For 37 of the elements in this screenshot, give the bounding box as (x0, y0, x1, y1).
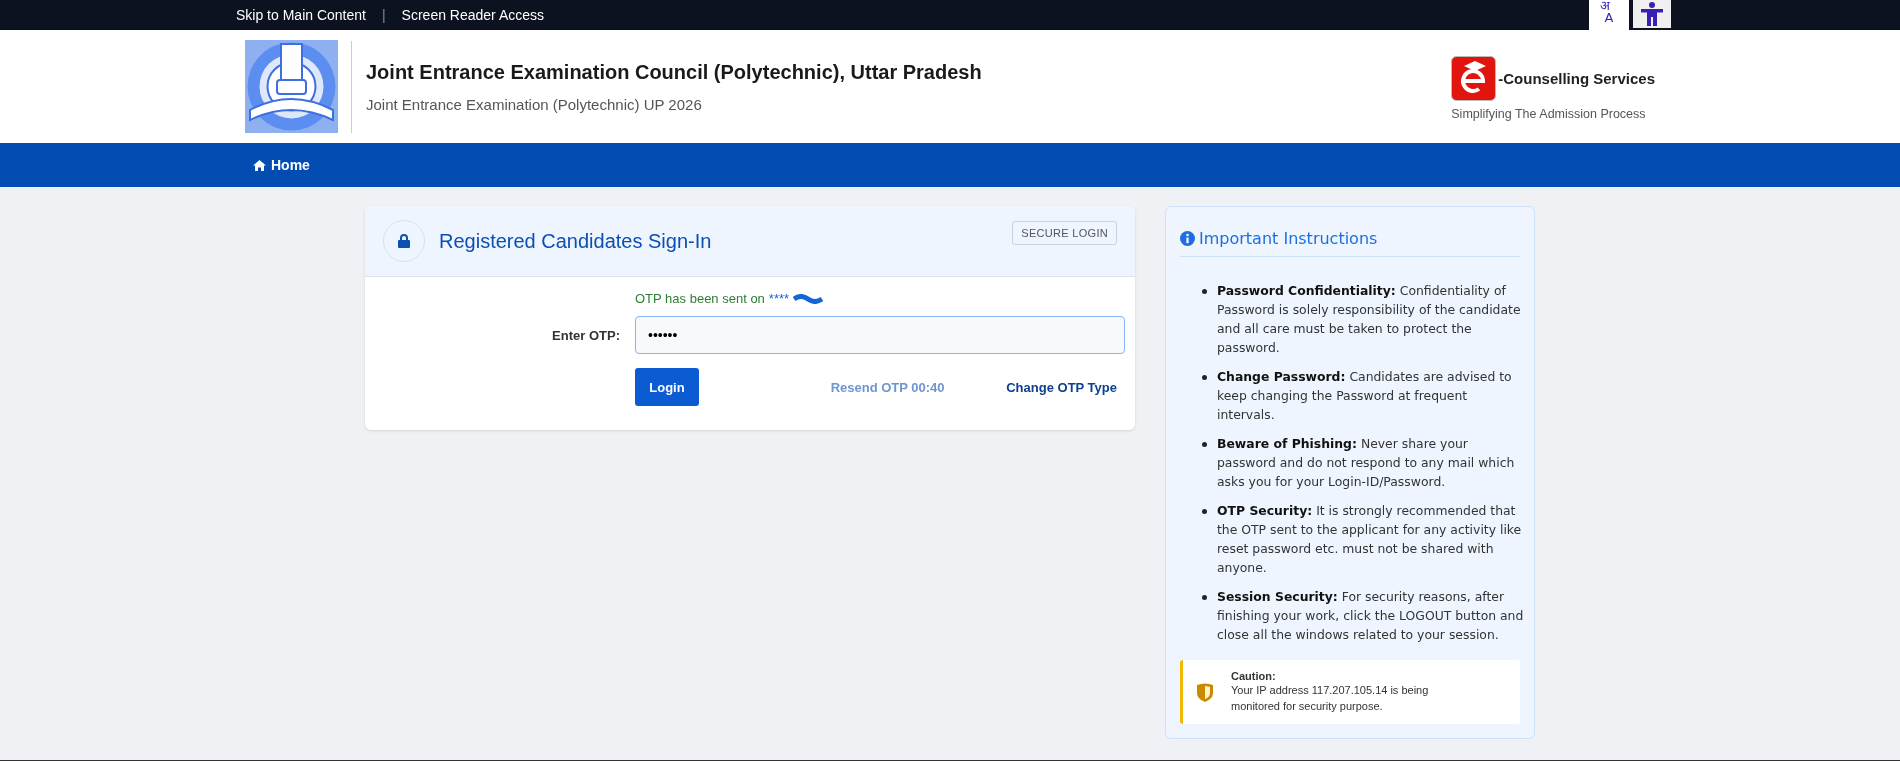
masked-number: **** (768, 291, 790, 306)
bullet-icon (1202, 375, 1207, 380)
otp-input-field[interactable]: •••••• (635, 316, 1125, 354)
separator: | (381, 7, 386, 23)
login-button[interactable]: Login (635, 368, 699, 406)
home-icon (253, 159, 266, 171)
shield-icon (1197, 682, 1213, 702)
language-button[interactable]: अ A (1589, 0, 1629, 30)
nav-home-link[interactable]: Home (253, 157, 310, 173)
site-title: Joint Entrance Examination Council (Polytechnic), Uttar Pradesh (366, 60, 983, 84)
info-icon (1180, 231, 1195, 246)
accessibility-button[interactable] (1633, 0, 1671, 28)
secure-login-badge: SECURE LOGIN (1012, 221, 1117, 245)
bullet-icon (1202, 442, 1207, 447)
caution-title: Caution: (1231, 670, 1277, 682)
bullet-icon (1202, 509, 1207, 514)
otp-message: OTP has been sent on (635, 291, 765, 306)
instruction-text: Session Security: For security reasons, after finishing your work, click the LOGOUT button and close all the windows related to your session. (1217, 588, 1524, 644)
accessibility-icon (1641, 2, 1663, 26)
instruction-text: OTP Security: It is strongly recommended that the OTP sent to the applicant for any activity like reset password etc. must not be shared with anyone. (1217, 502, 1523, 577)
card-title: Registered Candidates Sign-In (439, 229, 712, 253)
instruction-text: Change Password: Candidates are advised to keep changing the Password at frequent intervals. (1217, 368, 1513, 424)
bullet-icon (1202, 595, 1207, 600)
e-logo-icon (1451, 56, 1497, 101)
panel-title: Important Instructions (1199, 229, 1378, 248)
instruction-text: Beware of Phishing: Never share your password and do not respond to any mail which asks you for your Login-ID/Password. (1217, 435, 1516, 491)
field-label: Enter OTP: (551, 327, 620, 343)
site-subtitle: Joint Entrance Examination (Polytechnic) UP 2026 (366, 95, 703, 113)
bullet-icon (1202, 289, 1207, 294)
redaction-mark (793, 293, 824, 304)
top-link[interactable]: Skip to Main Content (236, 7, 366, 23)
instruction-text: Password Confidentiality: Confidentiality of Password is solely responsibility of the candidate and all care must be taken to protect the password. (1217, 282, 1522, 357)
brand-name: -Counselling Services (1498, 70, 1655, 87)
brand-tagline: Simplifying The Admission Process (1451, 107, 1646, 121)
top-link[interactable]: Screen Reader Access (401, 7, 544, 23)
change-otp-type-link[interactable]: Change OTP Type (1006, 379, 1117, 395)
caution-text: Your IP address 117.207.105.14 is being monitored for security purpose. (1231, 683, 1430, 714)
